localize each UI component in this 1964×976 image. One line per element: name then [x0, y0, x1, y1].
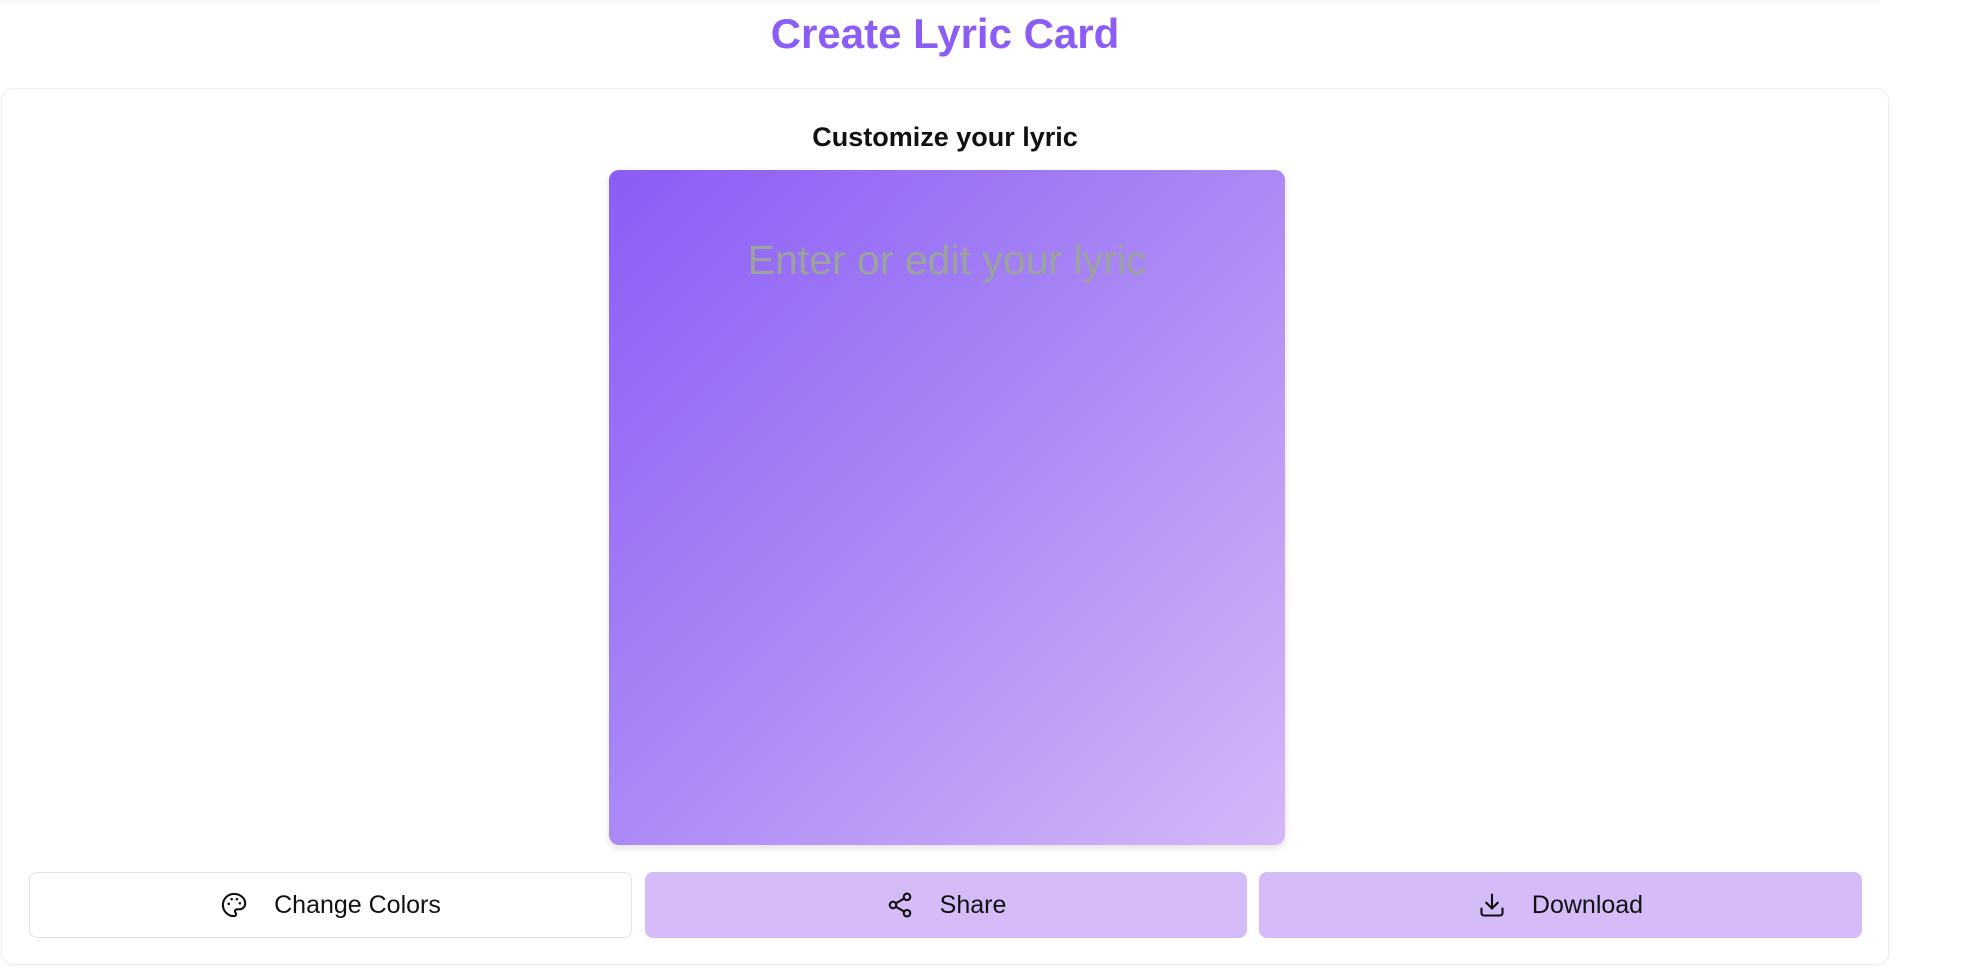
- download-button[interactable]: Download: [1259, 872, 1862, 938]
- share-icon: [886, 891, 914, 919]
- lyric-card-editor: Customize your lyric Change Colors: [1, 88, 1889, 965]
- page-title: Create Lyric Card: [770, 10, 1120, 57]
- card-subtitle: Customize your lyric: [812, 122, 1078, 152]
- share-button[interactable]: Share: [645, 872, 1247, 938]
- download-icon: [1478, 891, 1506, 919]
- share-label: Share: [939, 890, 1007, 919]
- lyric-card-preview: [609, 170, 1285, 845]
- download-label: Download: [1531, 890, 1644, 919]
- change-colors-label: Change Colors: [274, 890, 441, 919]
- change-colors-button[interactable]: Change Colors: [29, 872, 632, 938]
- lyric-input[interactable]: [629, 230, 1265, 290]
- palette-icon: [220, 891, 248, 919]
